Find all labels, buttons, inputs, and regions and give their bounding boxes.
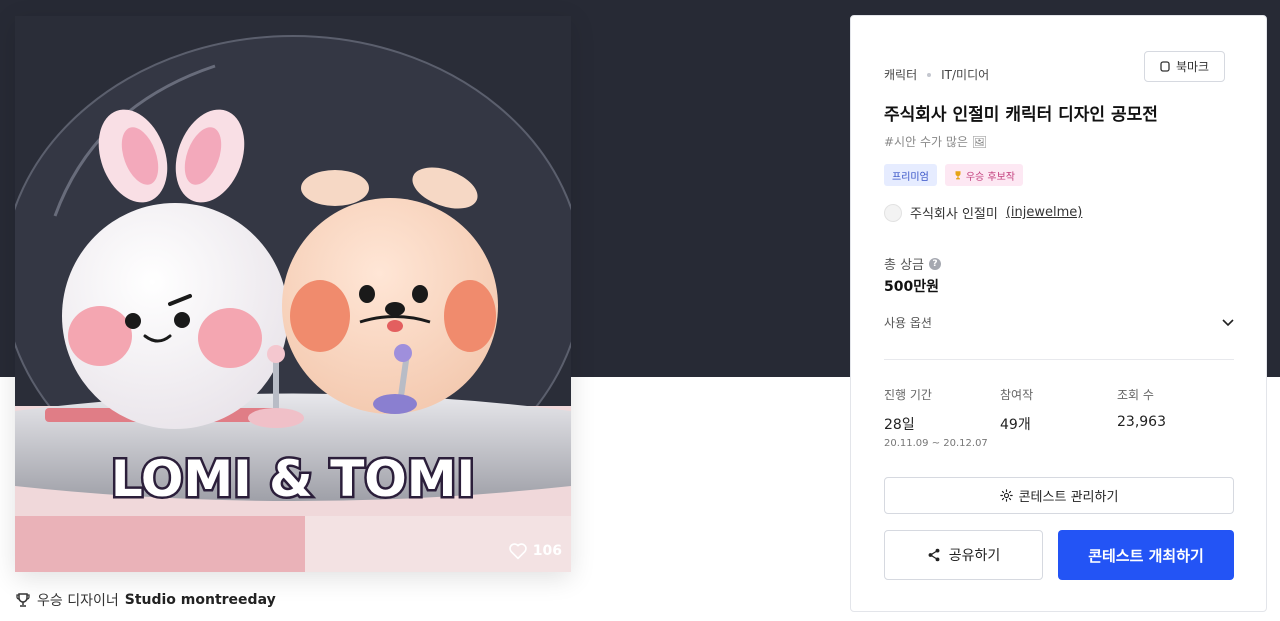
- winner-prefix: 우승 디자이너: [37, 593, 119, 609]
- heart-icon: [508, 543, 527, 560]
- chevron-down-icon: [1222, 318, 1234, 326]
- help-icon[interactable]: ?: [929, 257, 942, 270]
- host-logo: [884, 203, 902, 222]
- category-separator: [927, 72, 932, 77]
- host-name: 주식회사 인절미: [910, 207, 998, 222]
- category-breadcrumb: 캐릭터 IT/미디어: [884, 66, 989, 83]
- usage-options-toggle[interactable]: 사용 옵션: [884, 314, 1234, 331]
- stat-period-range: 20.11.09 ~ 20.12.07: [884, 438, 988, 449]
- bookmark-label: 북마크: [1175, 60, 1210, 74]
- usage-options-label: 사용 옵션: [884, 316, 932, 330]
- award-candidate-badge: 우승 후보작: [944, 164, 1023, 186]
- award-badge-label: 우승 후보작: [965, 171, 1015, 183]
- winning-designer: 우승 디자이너 Studio montreeday: [15, 590, 276, 610]
- divider: [884, 359, 1234, 360]
- prize-amount: 500만원: [884, 279, 939, 295]
- share-button[interactable]: 공유하기: [884, 530, 1043, 580]
- bookmark-button[interactable]: 북마크: [1144, 51, 1225, 82]
- trophy-icon: [16, 593, 30, 607]
- manage-contest-button[interactable]: 콘테스트 관리하기: [884, 477, 1234, 514]
- gear-icon: [999, 489, 1013, 502]
- contest-tags: #시안 수가 많은 🖼: [884, 135, 987, 149]
- category-item[interactable]: IT/미디어: [941, 66, 989, 83]
- stat-entries-label: 참여작: [1000, 388, 1034, 402]
- prize-label-text: 총 상금: [884, 258, 925, 273]
- premium-badge: 프리미엄: [884, 164, 937, 186]
- stat-views-label: 조회 수: [1117, 388, 1154, 402]
- contest-info-panel: 캐릭터 IT/미디어 북마크 주식회사 인절미 캐릭터 디자인 공모전 #시안 …: [850, 15, 1267, 612]
- stat-period-label: 진행 기간: [884, 388, 932, 402]
- manage-contest-label: 콘테스트 관리하기: [1018, 490, 1119, 505]
- premium-badge-label: 프리미엄: [892, 171, 929, 183]
- stat-entries-value: 49개: [1000, 417, 1031, 433]
- bookmark-icon: [1160, 61, 1170, 72]
- share-label: 공유하기: [948, 548, 1001, 564]
- stat-period-value: 28일: [884, 417, 915, 433]
- host-contest-label: 콘테스트 개최하기: [1088, 546, 1204, 565]
- stat-views: 조회 수 23,963: [1117, 386, 1166, 430]
- prize-label: 총 상금 ?: [884, 254, 942, 273]
- contest-artwork[interactable]: LOMI & TOMI 106: [15, 16, 571, 572]
- host-contest-button[interactable]: 콘테스트 개최하기: [1058, 530, 1234, 580]
- stat-period: 진행 기간 28일 20.11.09 ~ 20.12.07: [884, 386, 988, 449]
- like-count: 106: [532, 543, 562, 559]
- artwork-image: LOMI & TOMI: [15, 16, 571, 572]
- contest-title: 주식회사 인절미 캐릭터 디자인 공모전: [884, 105, 1158, 125]
- winner-designer-link[interactable]: Studio montreeday: [125, 592, 276, 608]
- category-item[interactable]: 캐릭터: [884, 66, 917, 83]
- trophy-icon: [955, 171, 961, 180]
- like-button[interactable]: 106: [508, 542, 562, 560]
- host-handle-link[interactable]: (injewelme): [1006, 205, 1083, 220]
- stat-views-value: 23,963: [1117, 414, 1166, 430]
- badge-group: 프리미엄 우승 후보작: [884, 164, 1023, 186]
- host-info: 주식회사 인절미 (injewelme): [884, 203, 1082, 222]
- share-icon: [928, 548, 940, 562]
- stat-entries: 참여작 49개: [1000, 386, 1033, 434]
- artwork-title-text: LOMI & TOMI: [111, 450, 475, 508]
